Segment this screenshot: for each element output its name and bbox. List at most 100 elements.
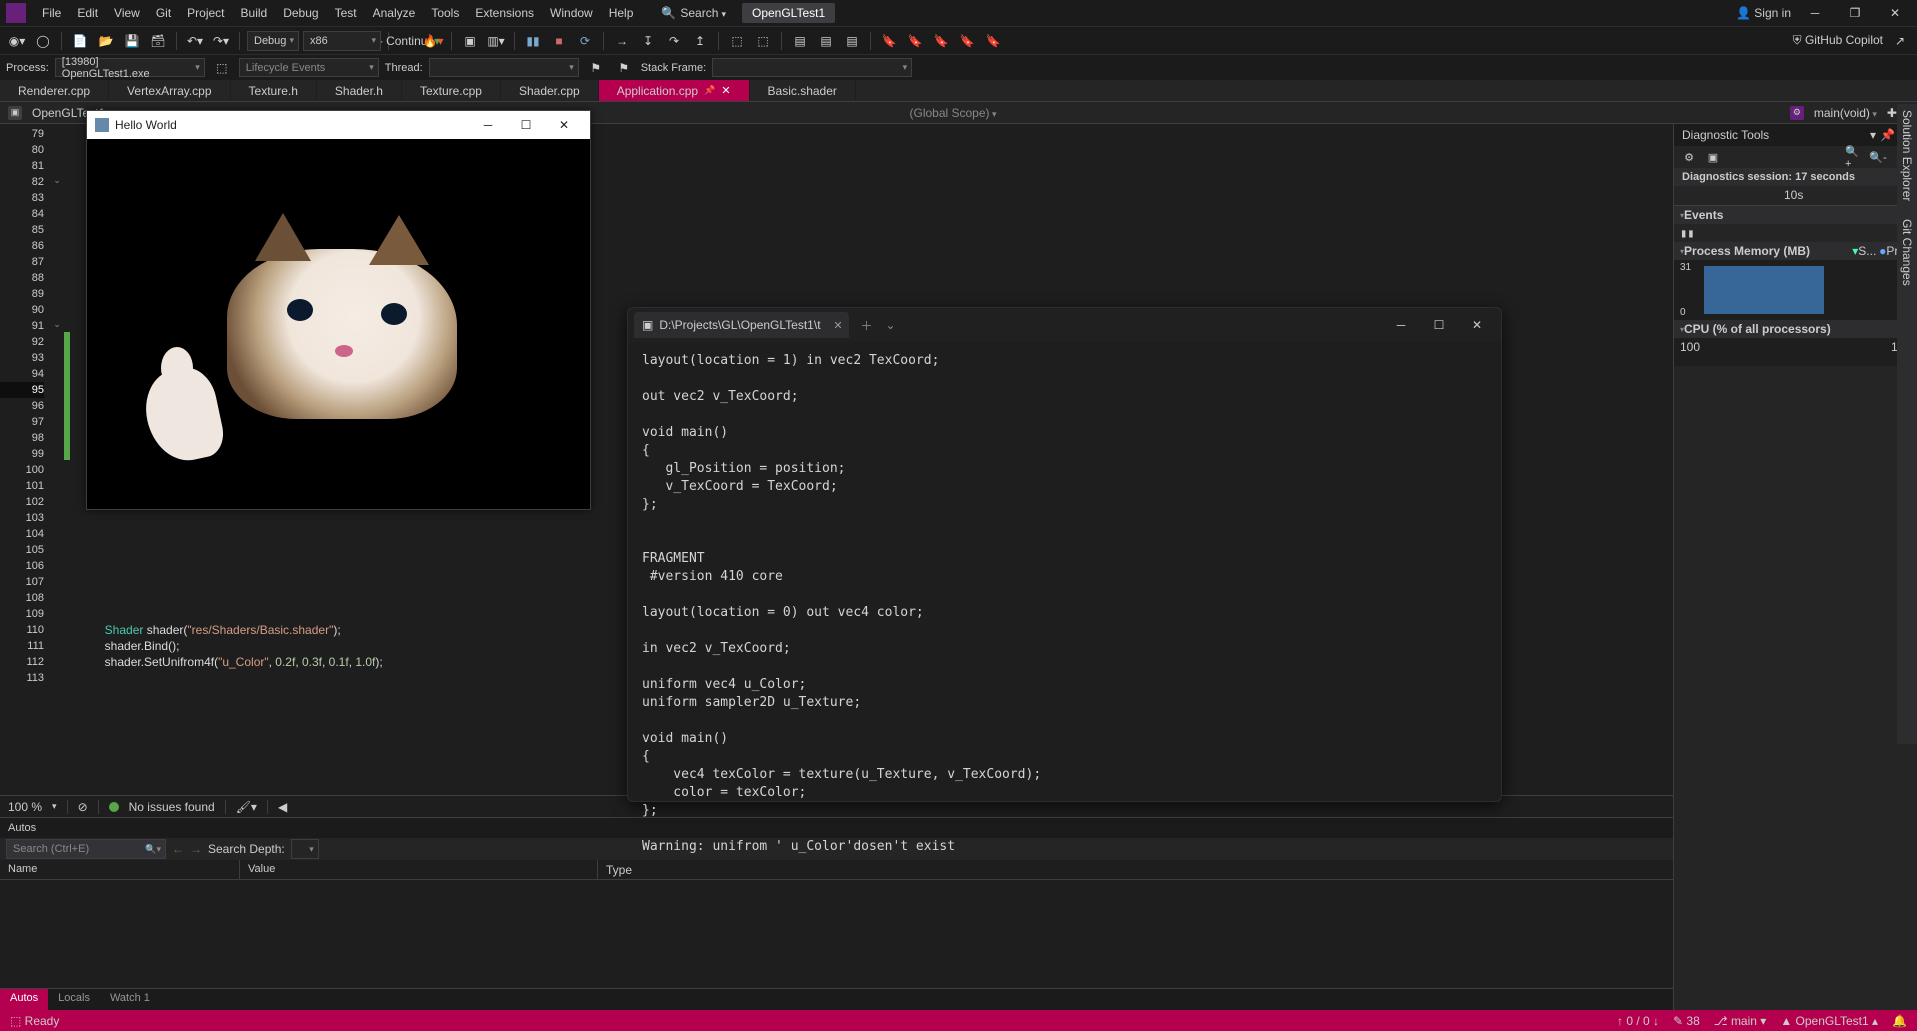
min-icon[interactable]: ─ xyxy=(1383,308,1419,342)
tab-texture-h[interactable]: Texture.h xyxy=(231,80,317,101)
menu-test[interactable]: Test xyxy=(327,2,365,24)
menu-build[interactable]: Build xyxy=(233,2,276,24)
toolbar2-icon[interactable]: ⚑ xyxy=(613,57,635,79)
select-tools-icon[interactable]: ▣ xyxy=(1704,148,1722,166)
git-changes-tab[interactable]: Git Changes xyxy=(1900,219,1914,286)
toolbar-icon[interactable]: ⬚ xyxy=(726,30,748,52)
nav-next-icon[interactable]: → xyxy=(190,842,202,856)
pin-icon[interactable]: 📌 xyxy=(704,85,715,96)
close-icon[interactable]: ✕ xyxy=(546,111,582,139)
nav-fwd-icon[interactable]: ◯ xyxy=(32,30,54,52)
continue-button[interactable]: ▶ Continue ▾ xyxy=(396,30,418,52)
brush-icon[interactable]: 🖌▾ xyxy=(236,800,257,814)
step-into-icon[interactable]: ↧ xyxy=(637,30,659,52)
crumb-func[interactable]: main(void) xyxy=(1810,106,1881,120)
git-updown[interactable]: ↑ 0 / 0 ↓ xyxy=(1617,1014,1659,1028)
git-branch[interactable]: main ▾ xyxy=(1714,1014,1767,1028)
solution-explorer-tab[interactable]: Solution Explorer xyxy=(1900,110,1914,201)
line-indicator[interactable]: ✎ 38 xyxy=(1673,1014,1700,1028)
sign-in[interactable]: 👤 Sign in xyxy=(1736,6,1791,20)
menu-edit[interactable]: Edit xyxy=(69,2,106,24)
new-tab-icon[interactable]: ＋ xyxy=(855,317,879,334)
toolbar-icon[interactable]: ⬚ xyxy=(752,30,774,52)
config-select[interactable]: Debug xyxy=(247,31,299,51)
opengl-titlebar[interactable]: Hello World ─ ☐ ✕ xyxy=(87,111,590,139)
process-select[interactable]: [13980] OpenGLTest1.exe xyxy=(55,58,205,77)
tab-shader-cpp[interactable]: Shader.cpp xyxy=(501,80,599,101)
depth-select[interactable] xyxy=(291,839,319,859)
autos-tab-locals[interactable]: Locals xyxy=(48,989,100,1010)
bookmark-icon[interactable]: 🔖 xyxy=(982,30,1004,52)
show-next-icon[interactable]: → xyxy=(611,30,633,52)
split-icon[interactable]: ✚ xyxy=(1887,106,1897,120)
redo-icon[interactable]: ↷▾ xyxy=(210,30,232,52)
console-window[interactable]: ▣ D:\Projects\GL\OpenGLTest1\t ✕ ＋ ⌄ ─ ☐… xyxy=(627,307,1502,802)
close-icon[interactable]: ✕ xyxy=(1459,308,1495,342)
gear-icon[interactable]: ⚙ xyxy=(1680,148,1698,166)
break-all-icon[interactable]: ▮▮ xyxy=(522,30,544,52)
close-icon[interactable]: ✕ xyxy=(721,84,730,97)
menu-analyze[interactable]: Analyze xyxy=(365,2,424,24)
tab-shader-h[interactable]: Shader.h xyxy=(317,80,402,101)
col-name[interactable]: Name xyxy=(0,860,240,879)
stackframe-select[interactable] xyxy=(712,58,912,77)
bookmark-icon[interactable]: 🔖 xyxy=(904,30,926,52)
toolbar-icon[interactable]: ▥▾ xyxy=(485,30,507,52)
tab-renderer-cpp[interactable]: Renderer.cpp xyxy=(0,80,109,101)
search-box[interactable]: 🔍Search ▾ xyxy=(655,4,732,22)
menu-file[interactable]: File xyxy=(34,2,69,24)
diag-dd-icon[interactable]: ▾ xyxy=(1870,128,1876,142)
zoom-level[interactable]: 100 % xyxy=(8,800,42,814)
nav-back-icon[interactable]: ◉▾ xyxy=(6,30,28,52)
bookmark-icon[interactable]: 🔖 xyxy=(956,30,978,52)
menu-view[interactable]: View xyxy=(106,2,148,24)
col-value[interactable]: Value xyxy=(240,860,598,879)
max-icon[interactable]: ☐ xyxy=(1421,308,1457,342)
tab-menu-icon[interactable]: ⌄ xyxy=(881,318,901,332)
save-all-icon[interactable]: 🗃 xyxy=(147,30,169,52)
undo-icon[interactable]: ↶▾ xyxy=(184,30,206,52)
solution-name[interactable]: OpenGLTest1 xyxy=(742,3,835,23)
menu-window[interactable]: Window xyxy=(542,2,601,24)
diag-pin-icon[interactable]: 📌 xyxy=(1880,128,1895,142)
lifecycle-select[interactable]: Lifecycle Events xyxy=(239,58,379,77)
save-icon[interactable]: 💾 xyxy=(121,30,143,52)
toolbar-icon[interactable]: ▤ xyxy=(841,30,863,52)
toolbar2-icon[interactable]: ⚑ xyxy=(585,57,607,79)
diag-pm-header[interactable]: Process Memory (MB) ▾S... ●Pri... xyxy=(1674,242,1917,260)
max-icon[interactable]: ☐ xyxy=(508,111,544,139)
tab-vertexarray-cpp[interactable]: VertexArray.cpp xyxy=(109,80,230,101)
toolbar-icon[interactable]: ▤ xyxy=(815,30,837,52)
tab-application-cpp[interactable]: Application.cpp📌✕ xyxy=(599,80,750,101)
menu-help[interactable]: Help xyxy=(601,2,642,24)
thread-select[interactable] xyxy=(429,58,579,77)
zoom-out-icon[interactable]: 🔍- xyxy=(1869,148,1887,166)
menu-tools[interactable]: Tools xyxy=(423,2,467,24)
close-button[interactable]: ✕ xyxy=(1879,0,1911,26)
menu-git[interactable]: Git xyxy=(148,2,179,24)
menu-debug[interactable]: Debug xyxy=(275,2,326,24)
new-file-icon[interactable]: 📄 xyxy=(69,30,91,52)
error-icon[interactable]: ⊘ xyxy=(78,800,88,814)
platform-select[interactable]: x86 xyxy=(303,31,381,51)
tab-texture-cpp[interactable]: Texture.cpp xyxy=(402,80,501,101)
share-icon[interactable]: ↗ xyxy=(1889,30,1911,52)
console-tab[interactable]: ▣ D:\Projects\GL\OpenGLTest1\t ✕ xyxy=(634,312,849,338)
nav-prev-icon[interactable]: ← xyxy=(172,842,184,856)
autos-tab-autos[interactable]: Autos xyxy=(0,989,48,1010)
tab-basic-shader[interactable]: Basic.shader xyxy=(750,80,856,101)
menu-extensions[interactable]: Extensions xyxy=(467,2,542,24)
opengl-window[interactable]: Hello World ─ ☐ ✕ xyxy=(86,110,591,510)
menu-project[interactable]: Project xyxy=(179,2,232,24)
autos-tab-watch-1[interactable]: Watch 1 xyxy=(100,989,160,1010)
diag-events-header[interactable]: Events xyxy=(1674,206,1917,224)
step-out-icon[interactable]: ↥ xyxy=(689,30,711,52)
stop-debug-icon[interactable]: ■ xyxy=(548,30,570,52)
zoom-in-icon[interactable]: 🔍+ xyxy=(1845,148,1863,166)
autos-search[interactable]: Search (Ctrl+E) xyxy=(6,839,166,859)
nav-left-icon[interactable]: ◀ xyxy=(278,800,287,814)
toolbar-icon[interactable]: ▣ xyxy=(459,30,481,52)
tab-close-icon[interactable]: ✕ xyxy=(833,319,842,332)
restore-button[interactable]: ❐ xyxy=(1839,0,1871,26)
bell-icon[interactable] xyxy=(1892,1014,1907,1028)
